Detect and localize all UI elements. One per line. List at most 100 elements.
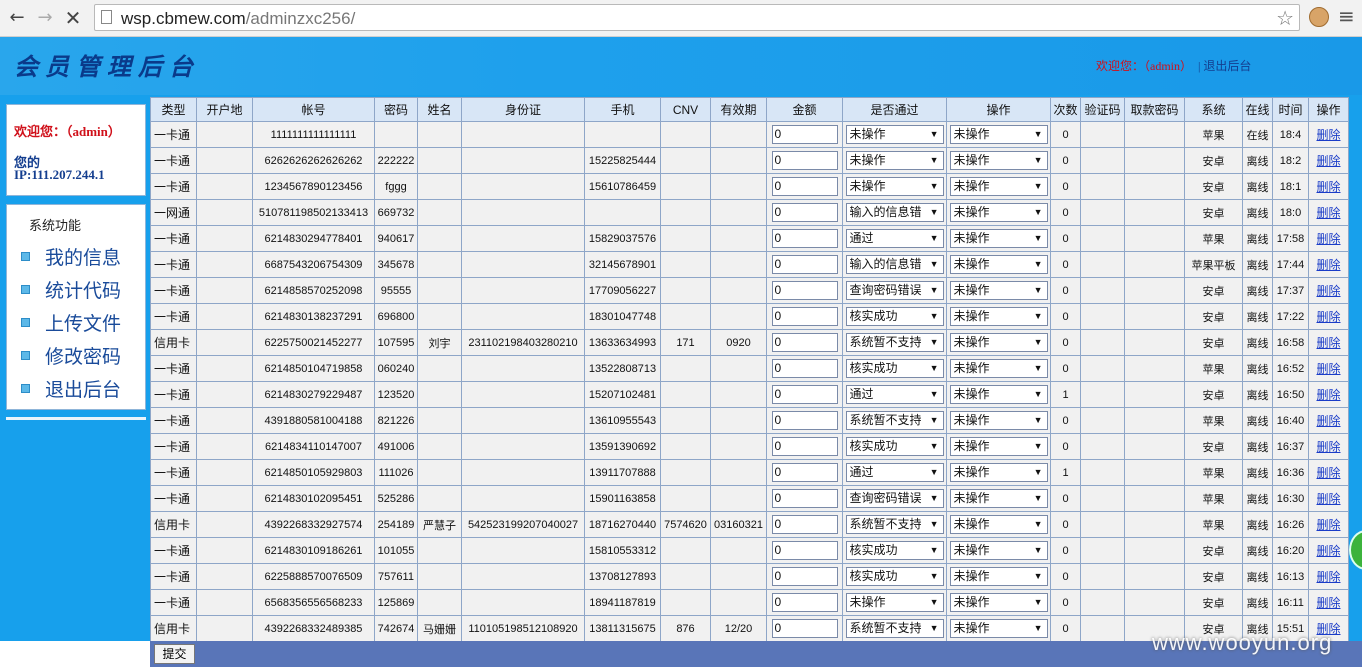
delete-link[interactable]: 删除 [1316, 336, 1340, 350]
pass-status-select[interactable]: 查询密码错误 ▼ [845, 281, 944, 300]
amount-input[interactable]: 0 [771, 593, 838, 612]
operation-select[interactable]: 未操作 ▼ [949, 515, 1048, 534]
address-bar[interactable]: wsp.cbmew.com/adminzxc256/ ☆ [94, 4, 1300, 31]
amount-input[interactable]: 0 [771, 177, 838, 196]
pass-status-select[interactable]: 未操作 ▼ [845, 177, 944, 196]
pass-status-select[interactable]: 未操作 ▼ [845, 593, 944, 612]
amount-input[interactable]: 0 [771, 489, 838, 508]
delete-link[interactable]: 删除 [1316, 362, 1340, 376]
cell-cnt: 1 [1050, 381, 1081, 408]
delete-link[interactable]: 删除 [1316, 284, 1340, 298]
star-bookmark-icon[interactable]: ☆ [1276, 6, 1294, 30]
operation-select[interactable]: 未操作 ▼ [949, 229, 1048, 248]
delete-link[interactable]: 删除 [1316, 596, 1340, 610]
amount-input[interactable]: 0 [771, 333, 838, 352]
pass-status-select[interactable]: 通过 ▼ [845, 463, 944, 482]
amount-input[interactable]: 0 [771, 125, 838, 144]
cell-delete: 删除 [1308, 147, 1349, 174]
cell-type: 一网通 [150, 199, 197, 226]
delete-link[interactable]: 删除 [1316, 570, 1340, 584]
amount-input[interactable]: 0 [771, 463, 838, 482]
operation-select[interactable]: 未操作 ▼ [949, 385, 1048, 404]
pass-status-select[interactable]: 系统暂不支持 ▼ [845, 515, 944, 534]
operation-select[interactable]: 未操作 ▼ [949, 281, 1048, 300]
pass-status-select[interactable]: 核实成功 ▼ [845, 307, 944, 326]
amount-input[interactable]: 0 [771, 229, 838, 248]
delete-link[interactable]: 删除 [1316, 544, 1340, 558]
operation-select[interactable]: 未操作 ▼ [949, 619, 1048, 638]
delete-link[interactable]: 删除 [1316, 310, 1340, 324]
cookie-extension-icon[interactable] [1309, 7, 1329, 27]
pass-status-select[interactable]: 核实成功 ▼ [845, 359, 944, 378]
menu-item-upload-file[interactable]: 上传文件 [21, 309, 141, 337]
pass-status-select[interactable]: 核实成功 ▼ [845, 541, 944, 560]
operation-select[interactable]: 未操作 ▼ [949, 333, 1048, 352]
operation-select[interactable]: 未操作 ▼ [949, 125, 1048, 144]
dropdown-arrow-icon: ▼ [1033, 181, 1043, 191]
pass-status-select[interactable]: 系统暂不支持 ▼ [845, 619, 944, 638]
cell-online: 离线 [1242, 485, 1273, 512]
menu-item-stats-code[interactable]: 统计代码 [21, 276, 141, 304]
menu-icon[interactable]: ≡ [1338, 4, 1355, 28]
delete-link[interactable]: 删除 [1316, 258, 1340, 272]
amount-input[interactable]: 0 [771, 411, 838, 430]
amount-input[interactable]: 0 [771, 385, 838, 404]
stop-loading-icon[interactable]: ✕ [62, 7, 84, 29]
amount-input[interactable]: 0 [771, 567, 838, 586]
operation-select[interactable]: 未操作 ▼ [949, 411, 1048, 430]
delete-link[interactable]: 删除 [1316, 128, 1340, 142]
operation-select[interactable]: 未操作 ▼ [949, 463, 1048, 482]
operation-select[interactable]: 未操作 ▼ [949, 177, 1048, 196]
amount-input[interactable]: 0 [771, 437, 838, 456]
amount-input[interactable]: 0 [771, 281, 838, 300]
pass-status-select[interactable]: 输入的信息错 ▼ [845, 203, 944, 222]
amount-input[interactable]: 0 [771, 541, 838, 560]
menu-item-logout[interactable]: 退出后台 [21, 375, 141, 403]
pass-status-select[interactable]: 核实成功 ▼ [845, 567, 944, 586]
amount-input[interactable]: 0 [771, 255, 838, 274]
amount-input[interactable]: 0 [771, 203, 838, 222]
pass-status-select[interactable]: 通过 ▼ [845, 385, 944, 404]
delete-link[interactable]: 删除 [1316, 232, 1340, 246]
pass-status-select[interactable]: 未操作 ▼ [845, 151, 944, 170]
delete-link[interactable]: 删除 [1316, 154, 1340, 168]
pass-status-select[interactable]: 未操作 ▼ [845, 125, 944, 144]
operation-select[interactable]: 未操作 ▼ [949, 567, 1048, 586]
operation-select[interactable]: 未操作 ▼ [949, 307, 1048, 326]
delete-link[interactable]: 删除 [1316, 440, 1340, 454]
delete-link[interactable]: 删除 [1316, 414, 1340, 428]
cell-type: 一卡通 [150, 485, 197, 512]
pass-status-select[interactable]: 系统暂不支持 ▼ [845, 333, 944, 352]
amount-input[interactable]: 0 [771, 151, 838, 170]
delete-link[interactable]: 删除 [1316, 518, 1340, 532]
pass-status-select[interactable]: 输入的信息错 ▼ [845, 255, 944, 274]
cell-operation: 未操作 ▼ [946, 147, 1051, 174]
delete-link[interactable]: 删除 [1316, 388, 1340, 402]
delete-link[interactable]: 删除 [1316, 180, 1340, 194]
amount-input[interactable]: 0 [771, 359, 838, 378]
delete-link[interactable]: 删除 [1316, 466, 1340, 480]
pass-status-select[interactable]: 通过 ▼ [845, 229, 944, 248]
submit-button[interactable]: 提交 [154, 644, 195, 664]
delete-link[interactable]: 删除 [1316, 492, 1340, 506]
operation-select[interactable]: 未操作 ▼ [949, 541, 1048, 560]
operation-select[interactable]: 未操作 ▼ [949, 255, 1048, 274]
operation-select[interactable]: 未操作 ▼ [949, 359, 1048, 378]
operation-select[interactable]: 未操作 ▼ [949, 203, 1048, 222]
operation-select[interactable]: 未操作 ▼ [949, 489, 1048, 508]
operation-select[interactable]: 未操作 ▼ [949, 151, 1048, 170]
pass-status-select[interactable]: 系统暂不支持 ▼ [845, 411, 944, 430]
delete-link[interactable]: 删除 [1316, 206, 1340, 220]
pass-status-select[interactable]: 核实成功 ▼ [845, 437, 944, 456]
amount-input[interactable]: 0 [771, 307, 838, 326]
operation-select[interactable]: 未操作 ▼ [949, 437, 1048, 456]
back-arrow-icon[interactable]: ← [6, 7, 28, 29]
amount-input[interactable]: 0 [771, 619, 838, 638]
operation-select[interactable]: 未操作 ▼ [949, 593, 1048, 612]
forward-arrow-icon[interactable]: → [34, 7, 56, 29]
logout-link[interactable]: | 退出后台 [1198, 59, 1251, 73]
menu-item-my-info[interactable]: 我的信息 [21, 243, 141, 271]
pass-status-select[interactable]: 查询密码错误 ▼ [845, 489, 944, 508]
amount-input[interactable]: 0 [771, 515, 838, 534]
menu-item-change-password[interactable]: 修改密码 [21, 342, 141, 370]
